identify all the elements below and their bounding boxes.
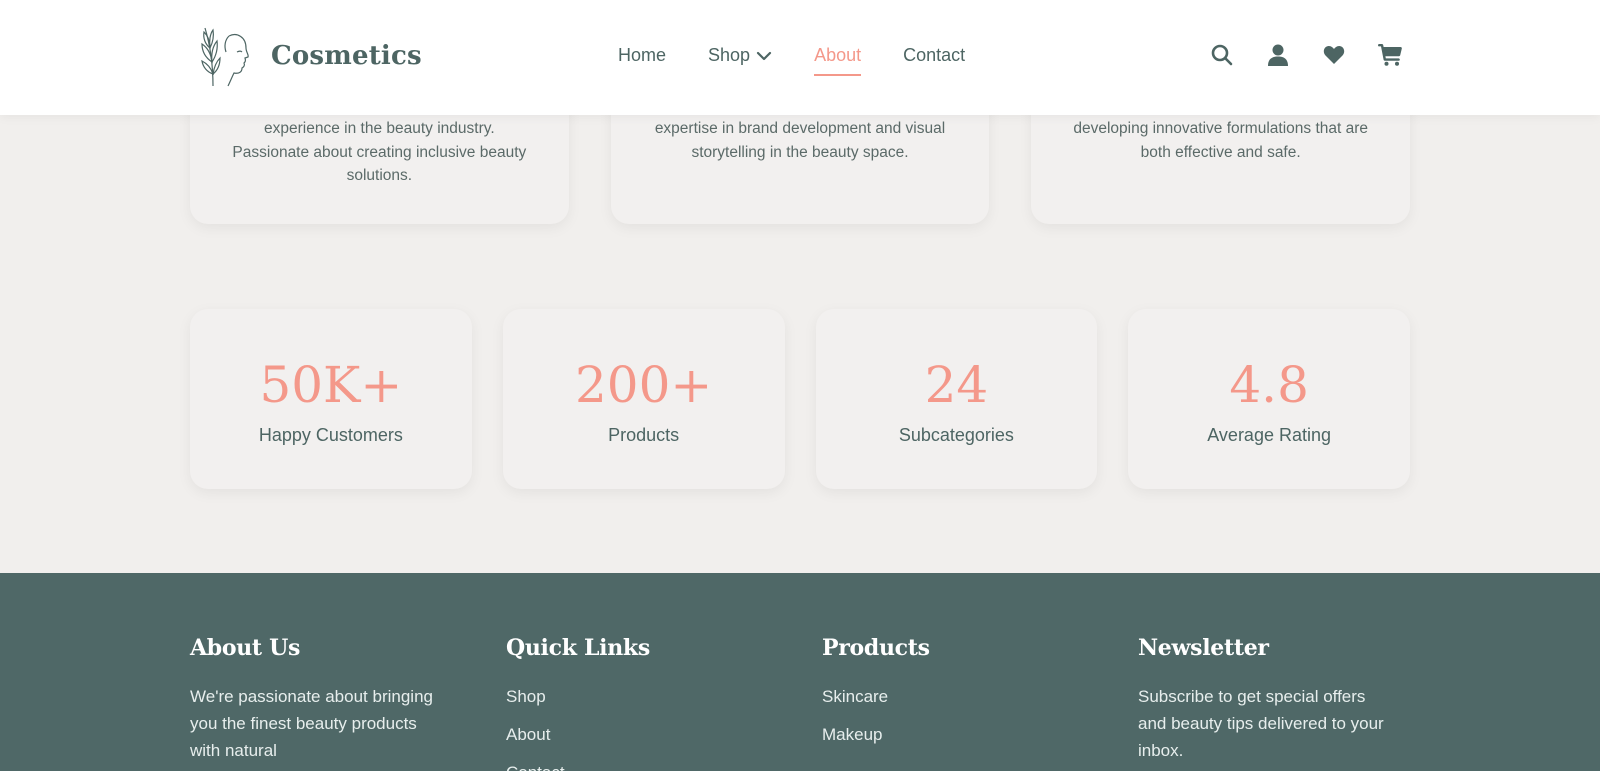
footer-newsletter: Newsletter Subscribe to get special offe… bbox=[1138, 635, 1454, 771]
header-actions bbox=[1208, 41, 1404, 69]
stat-value: 4.8 bbox=[1229, 356, 1309, 414]
footer-about: About Us We're passionate about bringing… bbox=[190, 635, 506, 771]
stat-value: 24 bbox=[924, 356, 989, 414]
team-bio-line: Passionate about creating inclusive beau… bbox=[232, 143, 527, 161]
nav-contact[interactable]: Contact bbox=[903, 45, 965, 66]
team-bio-line: experience in the beauty industry. bbox=[264, 120, 495, 137]
main-nav: Home Shop About Contact bbox=[618, 45, 1007, 76]
heart-icon bbox=[1323, 45, 1345, 64]
stats-section: 50K+ Happy Customers 200+ Products 24 Su… bbox=[190, 309, 1410, 489]
stat-value: 50K+ bbox=[259, 356, 403, 414]
nav-home[interactable]: Home bbox=[618, 45, 666, 66]
cart-icon bbox=[1378, 44, 1402, 66]
team-bio-line: solutions. bbox=[346, 167, 413, 184]
nav-about-label: About bbox=[814, 45, 862, 65]
quick-links-list: Shop About Contact bbox=[506, 683, 822, 771]
footer-products: Products Skincare Makeup bbox=[822, 635, 1138, 771]
team-bio-line: storytelling in the beauty space. bbox=[691, 143, 909, 161]
stat-card: 50K+ Happy Customers bbox=[190, 309, 472, 489]
user-icon bbox=[1268, 44, 1288, 66]
stat-value: 200+ bbox=[574, 356, 713, 414]
footer-link-contact[interactable]: Contact bbox=[506, 759, 822, 771]
stat-label: Subcategories bbox=[898, 425, 1014, 445]
nav-shop[interactable]: Shop bbox=[708, 45, 772, 66]
chevron-down-icon bbox=[756, 51, 772, 60]
footer-link-shop[interactable]: Shop bbox=[506, 683, 822, 710]
search-icon bbox=[1211, 44, 1233, 66]
stat-card: 200+ Products bbox=[502, 309, 785, 489]
team-bio-line: both effective and safe. bbox=[1140, 143, 1301, 161]
brand-name: Cosmetics bbox=[271, 41, 422, 71]
footer-newsletter-title: Newsletter bbox=[1138, 635, 1269, 661]
nav-home-label: Home bbox=[618, 45, 667, 65]
footer-quick-links: Quick Links Shop About Contact bbox=[506, 635, 822, 771]
site-header: Cosmetics Home Shop About Contact bbox=[0, 0, 1600, 115]
footer-about-text: We're passionate about bringing you the … bbox=[190, 687, 433, 760]
site-footer: About Us We're passionate about bringing… bbox=[0, 573, 1600, 771]
footer-link-about[interactable]: About bbox=[506, 721, 822, 748]
stat-label: Average Rating bbox=[1207, 425, 1331, 445]
stat-card: 24 Subcategories bbox=[815, 309, 1098, 489]
stat-card: 4.8 Average Rating bbox=[1128, 309, 1410, 489]
stat-label: Happy Customers bbox=[258, 425, 403, 445]
nav-about[interactable]: About bbox=[814, 45, 862, 76]
cart-button[interactable] bbox=[1376, 41, 1404, 69]
account-button[interactable] bbox=[1264, 41, 1292, 69]
footer-quick-links-title: Quick Links bbox=[506, 635, 650, 661]
footer-link-skincare[interactable]: Skincare bbox=[822, 683, 1138, 710]
products-list: Skincare Makeup bbox=[822, 683, 1138, 748]
footer-link-makeup[interactable]: Makeup bbox=[822, 721, 1138, 748]
nav-contact-label: Contact bbox=[903, 45, 966, 65]
footer-about-title: About Us bbox=[190, 635, 301, 661]
search-button[interactable] bbox=[1208, 41, 1236, 69]
leaf-face-logo-icon bbox=[201, 27, 249, 87]
brand-logo[interactable]: Cosmetics bbox=[199, 22, 422, 90]
footer-products-title: Products bbox=[822, 635, 930, 661]
stat-label: Products bbox=[608, 425, 680, 445]
footer-columns: About Us We're passionate about bringing… bbox=[190, 635, 1454, 771]
team-bio-line: expertise in brand development and visua… bbox=[654, 120, 946, 137]
wishlist-button[interactable] bbox=[1320, 41, 1348, 69]
nav-shop-label: Shop bbox=[708, 45, 751, 65]
team-bio-line: developing innovative formulations that … bbox=[1073, 120, 1369, 137]
footer-newsletter-text: Subscribe to get special offers and beau… bbox=[1138, 687, 1384, 760]
